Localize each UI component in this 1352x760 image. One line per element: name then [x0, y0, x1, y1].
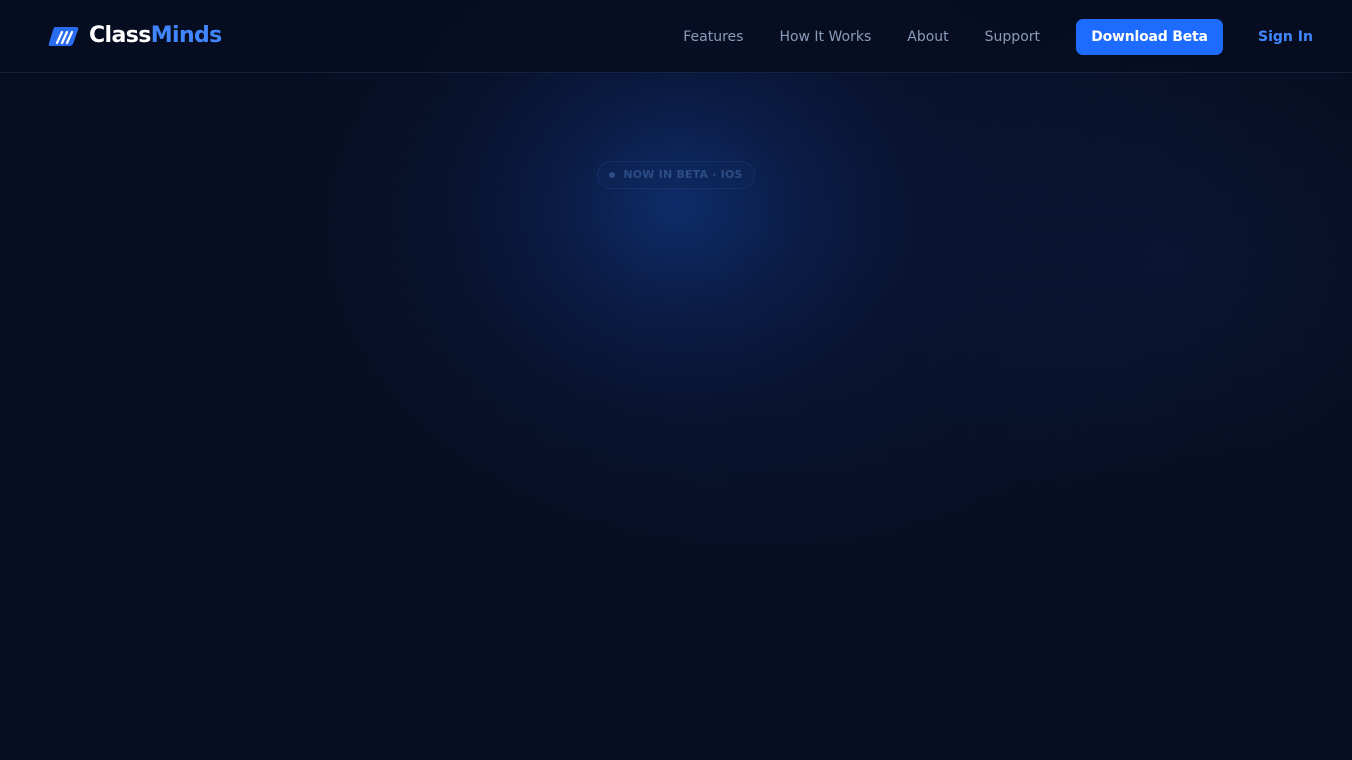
classminds-logo-icon — [48, 27, 79, 46]
download-beta-button[interactable]: Download Beta — [1076, 19, 1223, 55]
status-dot-icon — [609, 172, 616, 178]
sign-in-link[interactable]: Sign In — [1258, 27, 1313, 47]
hero-background-glow — [0, 0, 1352, 760]
brand-name-part-a: Class — [89, 23, 151, 48]
nav-link-features[interactable]: Features — [683, 27, 743, 47]
top-navbar: ClassMinds Features How It Works About S… — [0, 0, 1352, 73]
main-nav: Features How It Works About Support — [683, 0, 1040, 73]
beta-badge-text: NOW IN BETA · IOS — [623, 168, 743, 181]
nav-link-how-it-works[interactable]: How It Works — [779, 27, 871, 47]
brand-name-part-b: Minds — [150, 23, 223, 48]
beta-status-badge: NOW IN BETA · IOS — [597, 161, 755, 189]
brand-wordmark: ClassMinds — [89, 22, 222, 50]
nav-link-support[interactable]: Support — [985, 27, 1040, 47]
brand-logo-link[interactable]: ClassMinds — [48, 22, 222, 50]
nav-link-about[interactable]: About — [907, 27, 948, 47]
background-texture — [0, 0, 1352, 760]
